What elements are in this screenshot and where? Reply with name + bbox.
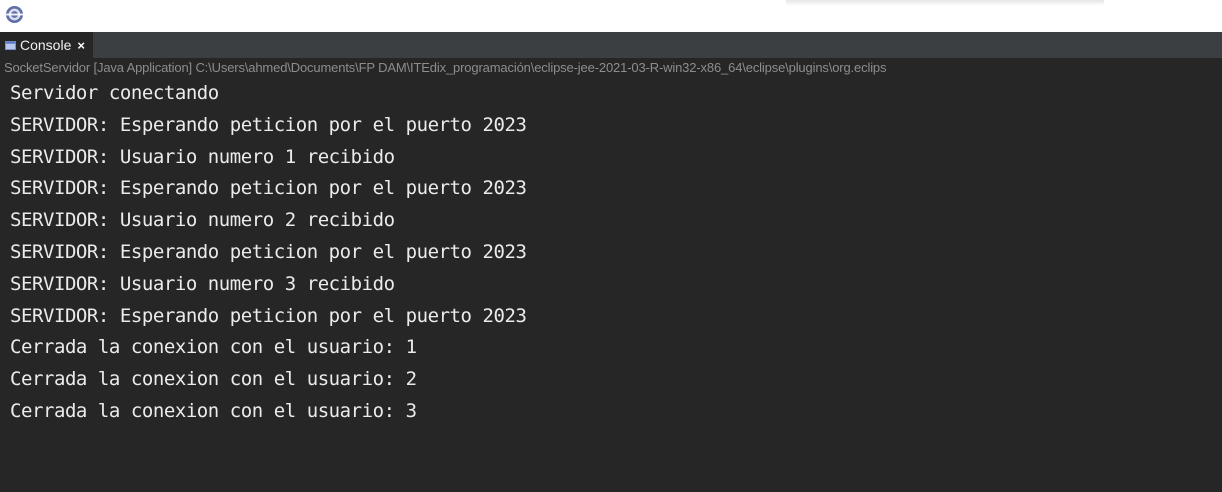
console-line: Cerrada la conexion con el usuario: 2 <box>10 368 417 391</box>
console-line: SERVIDOR: Usuario numero 3 recibido <box>10 272 395 295</box>
console-line: Servidor conectando <box>10 82 219 104</box>
close-icon[interactable]: × <box>77 38 85 53</box>
console-line: SERVIDOR: Esperando peticion por el puer… <box>10 304 527 327</box>
console-line: SERVIDOR: Esperando peticion por el puer… <box>10 240 527 263</box>
console-icon <box>5 40 16 50</box>
tab-console[interactable]: Console × <box>0 32 93 58</box>
console-line: SERVIDOR: Esperando peticion por el puer… <box>10 113 527 136</box>
launch-configuration-label: SocketServidor [Java Application] C:\Use… <box>4 60 887 75</box>
console-line: SERVIDOR: Esperando peticion por el puer… <box>10 177 527 200</box>
tab-bar: Console × <box>0 32 1222 58</box>
popup-shadow <box>786 0 1104 6</box>
console-output[interactable]: Servidor conectando SERVIDOR: Esperando p… <box>0 78 1222 428</box>
console-line: Cerrada la conexion con el usuario: 1 <box>10 336 417 359</box>
console-line: SERVIDOR: Usuario numero 1 recibido <box>10 145 395 168</box>
console-line: Cerrada la conexion con el usuario: 3 <box>10 399 417 422</box>
tab-console-label: Console <box>20 37 72 53</box>
top-strip <box>0 0 1222 32</box>
console-view: Console × SocketServidor [Java Applicati… <box>0 32 1222 492</box>
eclipse-icon <box>5 5 24 24</box>
console-line: SERVIDOR: Usuario numero 2 recibido <box>10 209 395 232</box>
